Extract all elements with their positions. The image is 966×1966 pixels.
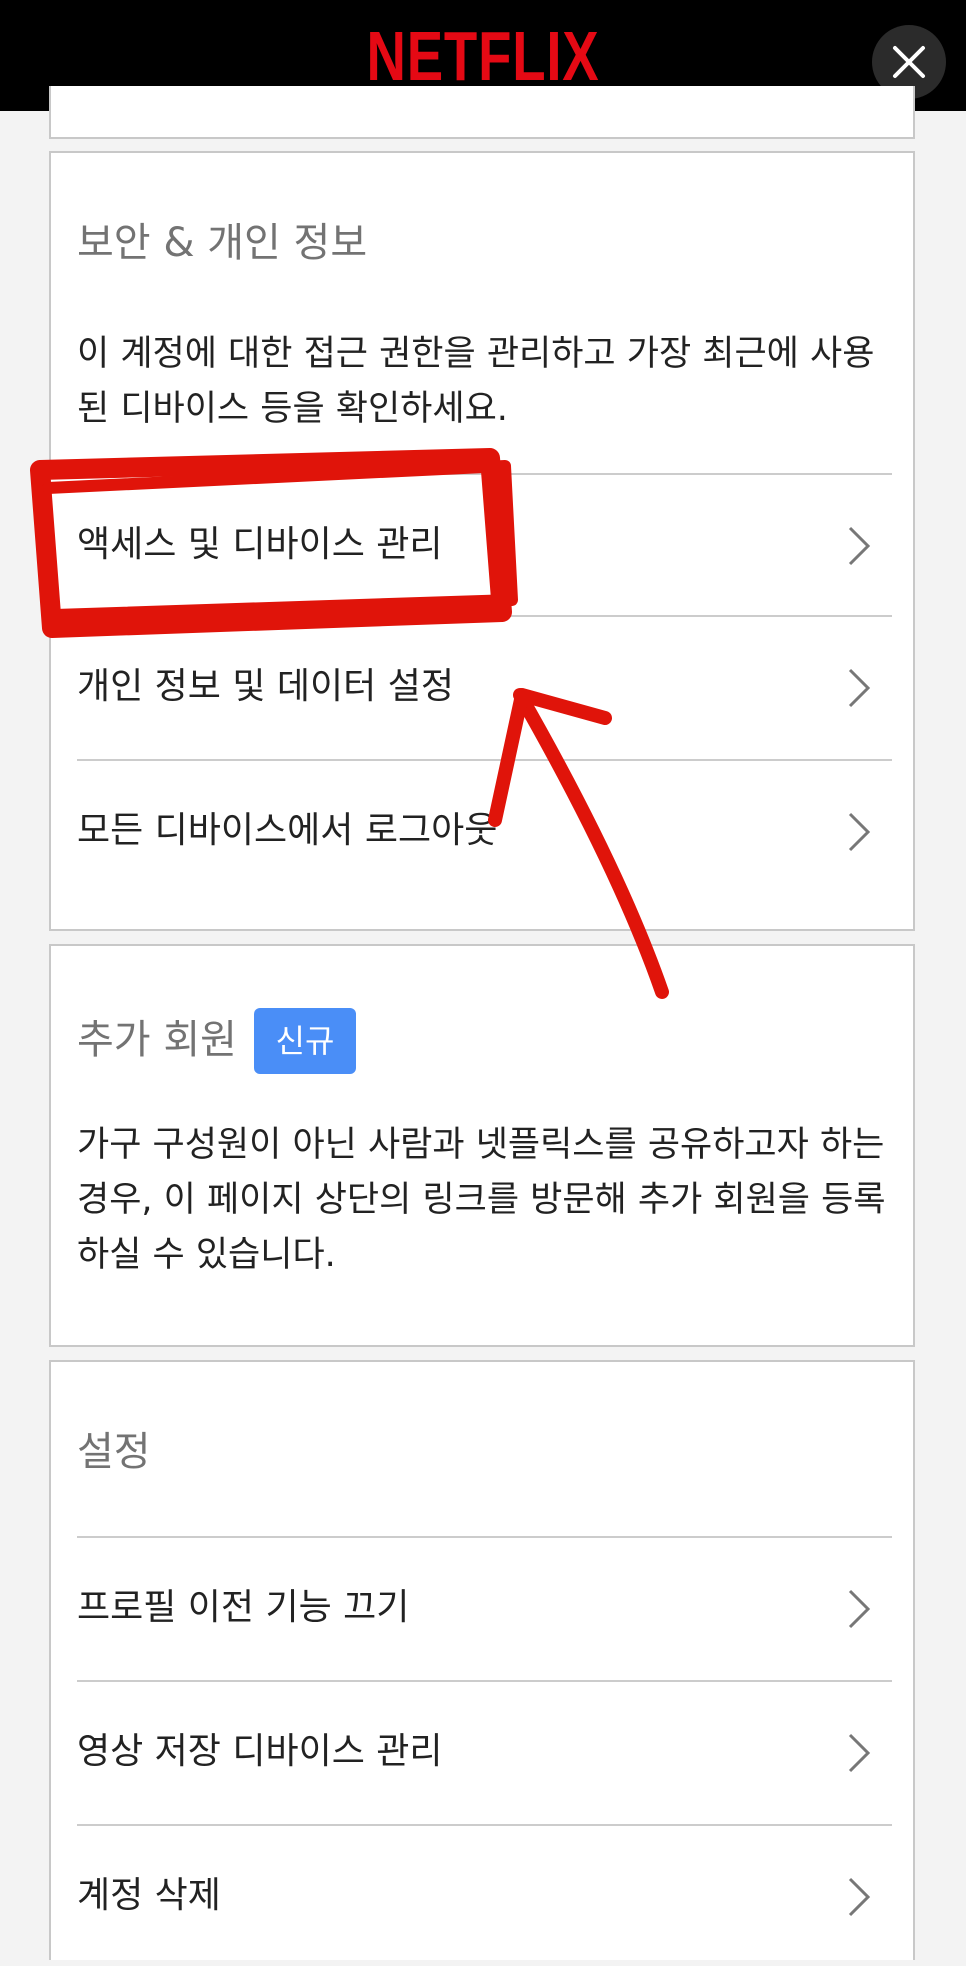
row-download-devices[interactable]: 영상 저장 디바이스 관리	[77, 1680, 892, 1822]
chevron-right-icon	[848, 1589, 871, 1629]
extra-members-title: 추가 회원	[77, 1017, 237, 1063]
security-card: 보안 & 개인 정보 이 계정에 대한 접근 권한을 관리하고 가장 최근에 사…	[49, 151, 915, 931]
row-label: 모든 디바이스에서 로그아웃	[77, 810, 498, 851]
chevron-right-icon	[848, 1877, 871, 1917]
row-sign-out-all-devices[interactable]: 모든 디바이스에서 로그아웃	[77, 759, 892, 901]
row-label: 개인 정보 및 데이터 설정	[77, 666, 454, 707]
row-privacy-data-settings[interactable]: 개인 정보 및 데이터 설정	[77, 615, 892, 757]
settings-card: 설정 프로필 이전 기능 끄기 영상 저장 디바이스 관리 계정 삭제	[49, 1360, 915, 1960]
row-manage-access-devices[interactable]: 액세스 및 디바이스 관리	[77, 473, 892, 615]
chevron-right-icon	[848, 1733, 871, 1773]
row-delete-account[interactable]: 계정 삭제	[77, 1824, 892, 1966]
new-badge: 신규	[254, 1008, 356, 1074]
security-title: 보안 & 개인 정보	[77, 220, 368, 266]
extra-members-card: 추가 회원 신규 가구 구성원이 아닌 사람과 넷플릭스를 공유하고자 하는 경…	[49, 944, 915, 1347]
extra-members-description: 가구 구성원이 아닌 사람과 넷플릭스를 공유하고자 하는 경우, 이 페이지 …	[77, 1125, 886, 1275]
close-icon	[893, 46, 925, 78]
row-profile-transfer-off[interactable]: 프로필 이전 기능 끄기	[77, 1536, 892, 1678]
settings-title: 설정	[77, 1429, 151, 1475]
row-label: 액세스 및 디바이스 관리	[77, 524, 443, 565]
row-label: 영상 저장 디바이스 관리	[77, 1731, 443, 1772]
security-description: 이 계정에 대한 접근 권한을 관리하고 가장 최근에 사용된 디바이스 등을 …	[77, 334, 875, 429]
row-label: 계정 삭제	[77, 1875, 221, 1916]
chevron-right-icon	[848, 526, 871, 566]
previous-card	[49, 86, 915, 139]
chevron-right-icon	[848, 812, 871, 852]
row-label: 프로필 이전 기능 끄기	[77, 1587, 410, 1628]
chevron-right-icon	[848, 668, 871, 708]
